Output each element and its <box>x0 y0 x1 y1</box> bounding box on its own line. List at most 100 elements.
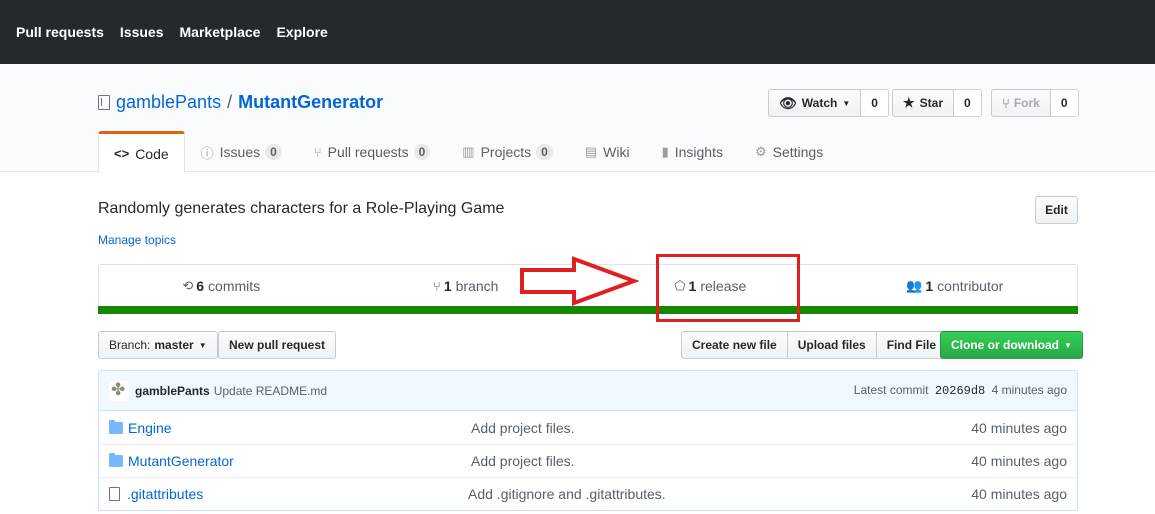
watch-button[interactable]: 👁 Watch ▼ <box>768 89 862 117</box>
commit-author-link[interactable]: gamblePants <box>135 384 210 398</box>
nav-marketplace[interactable]: Marketplace <box>180 24 261 40</box>
clone-download-button[interactable]: Clone or download ▼ <box>940 331 1083 359</box>
eye-icon: 👁 <box>779 94 797 111</box>
tab-wiki[interactable]: ▤ Wiki <box>569 131 646 172</box>
nav-pull-requests[interactable]: Pull requests <box>16 24 104 40</box>
annotation-highlight-box <box>656 254 800 322</box>
file-name-link[interactable]: MutantGenerator <box>128 453 471 469</box>
file-list: Engine Add project files. 40 minutes ago… <box>98 411 1078 511</box>
new-pull-request-button[interactable]: New pull request <box>218 331 337 359</box>
tab-counter: 0 <box>265 144 282 160</box>
language-bar[interactable] <box>98 306 1078 314</box>
file-name-link[interactable]: .gitattributes <box>127 486 468 502</box>
watch-count[interactable]: 0 <box>861 89 889 117</box>
tab-label: Projects <box>480 144 532 160</box>
people-icon: 👥 <box>906 278 923 293</box>
latest-commit-bar: gamblePants Update README.md Latest comm… <box>98 370 1078 411</box>
star-label: Star <box>919 96 943 110</box>
fork-button[interactable]: ⑂ Fork <box>991 89 1051 117</box>
edit-description-button[interactable]: Edit <box>1035 196 1078 224</box>
tab-settings[interactable]: ⚙ Settings <box>739 131 839 172</box>
branch-prefix: Branch: <box>109 338 151 352</box>
file-name-link[interactable]: Engine <box>128 420 471 436</box>
pull-request-icon: ⑂ <box>313 144 322 160</box>
code-icon: <> <box>114 146 130 161</box>
tab-label: Code <box>135 145 169 162</box>
caret-down-icon: ▼ <box>842 98 851 108</box>
commit-age: 4 minutes ago <box>991 383 1067 397</box>
file-commit-message[interactable]: Add .gitignore and .gitattributes. <box>468 486 666 502</box>
commit-sha-link[interactable]: 20269d8 <box>935 384 985 398</box>
global-header: Pull requests Issues Marketplace Explore <box>0 0 1155 64</box>
commits-label: commits <box>208 278 261 294</box>
nav-explore[interactable]: Explore <box>276 24 327 40</box>
star-count[interactable]: 0 <box>954 89 982 117</box>
tab-label: Pull requests <box>327 144 409 160</box>
file-row: .gitattributes Add .gitignore and .gitat… <box>99 477 1077 510</box>
watch-label: Watch <box>801 96 838 110</box>
file-row: Engine Add project files. 40 minutes ago <box>99 411 1077 444</box>
nav-issues[interactable]: Issues <box>120 24 164 40</box>
branch-name: master <box>154 338 194 352</box>
tab-label: Settings <box>772 144 824 160</box>
tab-issues[interactable]: ⓘ Issues 0 <box>185 131 298 172</box>
contributor-count: 1 <box>925 278 934 294</box>
star-button[interactable]: ★ Star <box>892 89 954 117</box>
fork-label: Fork <box>1013 96 1040 110</box>
graph-icon: ▮ <box>661 144 669 159</box>
file-age: 40 minutes ago <box>971 453 1067 469</box>
repo-icon <box>98 95 110 110</box>
star-icon: ★ <box>903 95 915 110</box>
manage-topics-link[interactable]: Manage topics <box>98 233 176 247</box>
tab-label: Wiki <box>603 144 630 160</box>
commit-message-link[interactable]: Update README.md <box>214 384 327 398</box>
repo-title: gamblePants / MutantGenerator <box>98 92 383 113</box>
folder-icon <box>109 453 123 467</box>
issue-icon: ⓘ <box>200 145 214 161</box>
repo-description: Randomly generates characters for a Role… <box>98 200 505 217</box>
repo-path-separator: / <box>227 92 233 112</box>
clone-label: Clone or download <box>951 338 1059 352</box>
tab-insights[interactable]: ▮ Insights <box>646 131 739 172</box>
folder-icon <box>109 419 123 434</box>
file-icon <box>109 487 120 501</box>
gear-icon: ⚙ <box>754 144 767 159</box>
file-row: MutantGenerator Add project files. 40 mi… <box>99 444 1077 477</box>
commits-count: 6 <box>196 278 205 294</box>
latest-commit-label: Latest commit <box>853 383 929 397</box>
repo-name-link[interactable]: MutantGenerator <box>238 92 383 113</box>
commit-meta: Latest commit 20269d8 4 minutes ago <box>854 383 1067 398</box>
branch-label: branch <box>455 278 499 294</box>
repo-tabs: <> Code ⓘ Issues 0 ⑂ Pull requests 0 ▥ P… <box>98 131 839 173</box>
contributor-label: contributor <box>937 278 1004 294</box>
caret-down-icon: ▼ <box>198 340 207 350</box>
annotation-arrow <box>520 256 639 306</box>
repo-owner-link[interactable]: gamblePants <box>116 92 221 113</box>
tab-counter: 0 <box>536 144 553 160</box>
file-commit-message[interactable]: Add project files. <box>471 453 575 469</box>
branch-icon: ⑂ <box>433 278 441 294</box>
project-icon: ▥ <box>462 144 475 159</box>
fork-group: ⑂ Fork 0 <box>991 89 1079 117</box>
fork-count[interactable]: 0 <box>1050 89 1079 117</box>
find-file-button[interactable]: Find File <box>875 331 948 359</box>
caret-down-icon: ▼ <box>1064 340 1072 350</box>
tab-projects[interactable]: ▥ Projects 0 <box>446 131 569 172</box>
file-age: 40 minutes ago <box>971 419 1067 436</box>
avatar[interactable] <box>109 380 129 401</box>
repo-header: gamblePants / MutantGenerator 👁 Watch ▼ … <box>0 64 1155 173</box>
file-commit-message[interactable]: Add project files. <box>471 420 575 436</box>
file-age: 40 minutes ago <box>971 486 1067 502</box>
tab-label: Insights <box>674 144 723 160</box>
tab-pull-requests[interactable]: ⑂ Pull requests 0 <box>298 131 446 172</box>
book-icon: ▤ <box>584 144 598 159</box>
history-icon: ⟲ <box>182 278 194 293</box>
upload-files-button[interactable]: Upload files <box>786 331 877 359</box>
tab-counter: 0 <box>413 144 431 160</box>
branch-count: 1 <box>443 278 452 294</box>
watch-group: 👁 Watch ▼ 0 <box>768 89 889 117</box>
create-new-file-button[interactable]: Create new file <box>681 331 788 359</box>
star-group: ★ Star 0 <box>892 89 982 117</box>
branch-select-button[interactable]: Branch: master ▼ <box>98 331 218 359</box>
tab-code[interactable]: <> Code <box>98 131 185 173</box>
